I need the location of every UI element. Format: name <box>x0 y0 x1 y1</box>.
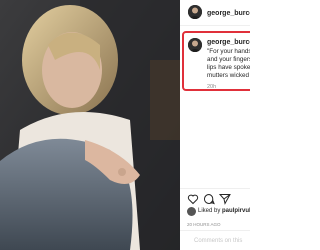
caption-timestamp: 20h <box>207 84 217 90</box>
avatar-image <box>188 5 202 19</box>
caption-username[interactable]: george_burcea <box>207 39 250 46</box>
liked-by-username[interactable]: paulpirvul <box>222 208 250 214</box>
post-age: 20 HOURS AGO <box>187 222 221 227</box>
caption-line: lips have spoken <box>207 64 250 71</box>
post-photo[interactable] <box>0 0 180 250</box>
caption-line: and your fingers <box>207 56 250 63</box>
liked-by-avatar[interactable] <box>187 207 196 216</box>
comment-divider <box>180 230 250 231</box>
comment-input[interactable]: Comments on this <box>194 238 242 244</box>
post-details-panel: george_burcea george_burcea "For your ha… <box>180 0 250 250</box>
comment-icon[interactable] <box>203 193 215 205</box>
heart-icon[interactable] <box>187 193 199 205</box>
header-divider <box>180 25 250 26</box>
liked-by-text: Liked by paulpirvul <box>198 208 250 214</box>
caption-line: "For your hands <box>207 48 250 55</box>
caption-avatar[interactable] <box>188 38 202 52</box>
photo-illustration <box>0 0 180 250</box>
share-icon[interactable] <box>219 193 231 205</box>
avatar-image <box>188 38 202 52</box>
liked-prefix: Liked by <box>198 208 223 214</box>
header-username[interactable]: george_burcea <box>207 10 250 17</box>
header-avatar[interactable] <box>188 5 202 19</box>
caption-line: mutters wicked <box>207 72 249 79</box>
actions-divider <box>180 188 250 189</box>
